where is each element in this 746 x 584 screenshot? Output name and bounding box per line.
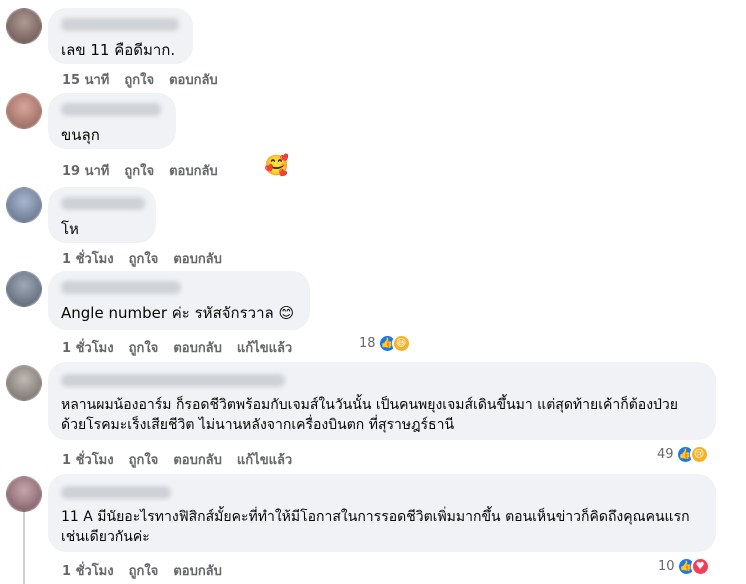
like-button[interactable]: ถูกใจ bbox=[129, 449, 159, 470]
author-name-blurred[interactable] bbox=[61, 18, 179, 31]
comment-actions: 1 ชั่วโมง ถูกใจ ตอบกลับ แก้ไขแล้ว bbox=[62, 449, 307, 470]
author-name-blurred[interactable] bbox=[61, 486, 171, 499]
comment-actions: 1 ชั่วโมง ถูกใจ ตอบกลับ bbox=[62, 560, 237, 581]
comment-bubble: เลข 11 คือดีมาก. bbox=[48, 8, 193, 64]
avatar[interactable] bbox=[6, 476, 42, 512]
reaction-summary[interactable]: 10 👍 ♥ bbox=[658, 557, 710, 576]
reply-button[interactable]: ตอบกลับ bbox=[173, 560, 222, 581]
comment-actions: 19 นาที ถูกใจ ตอบกลับ bbox=[62, 160, 233, 181]
like-button[interactable]: ถูกใจ bbox=[129, 248, 159, 269]
comment-bubble: โห bbox=[48, 187, 156, 243]
like-button[interactable]: ถูกใจ bbox=[129, 337, 159, 358]
comment-text: ขนลุก bbox=[61, 126, 100, 144]
author-name-blurred[interactable] bbox=[61, 197, 145, 210]
reply-button[interactable]: ตอบกลับ bbox=[173, 337, 222, 358]
avatar[interactable] bbox=[6, 93, 42, 129]
reply-button[interactable]: ตอบกลับ bbox=[173, 449, 222, 470]
reaction-summary[interactable]: 49 👍 😢 bbox=[657, 445, 709, 464]
thread-line bbox=[23, 502, 25, 584]
haha-icon: 😆 bbox=[391, 334, 411, 353]
reaction-summary[interactable]: 18 👍 😆 bbox=[359, 334, 411, 353]
timestamp[interactable]: 1 ชั่วโมง bbox=[62, 560, 114, 581]
comment-bubble: 11 A มีนัยอะไรทางฟิสิกส์มั้ยคะที่ทำให้มี… bbox=[48, 474, 716, 552]
reaction-count: 18 bbox=[359, 336, 376, 351]
avatar[interactable] bbox=[6, 271, 42, 307]
timestamp[interactable]: 1 ชั่วโมง bbox=[62, 337, 114, 358]
sticker-icon: 🥰 bbox=[264, 153, 289, 177]
comment-text: หลานผมน้องอาร์ม ก็รอดชีวิตพร้อมกับเจมส์ใ… bbox=[61, 397, 678, 433]
reply-button[interactable]: ตอบกลับ bbox=[173, 248, 222, 269]
like-button[interactable]: ถูกใจ bbox=[129, 560, 159, 581]
comment-actions: 1 ชั่วโมง ถูกใจ ตอบกลับ แก้ไขแล้ว bbox=[62, 337, 307, 358]
author-name-blurred[interactable] bbox=[61, 374, 285, 387]
reply-button[interactable]: ตอบกลับ bbox=[169, 69, 218, 90]
reaction-count: 49 bbox=[657, 447, 674, 462]
comment-text: โห bbox=[61, 220, 79, 238]
edited-label[interactable]: แก้ไขแล้ว bbox=[237, 449, 292, 470]
reaction-count: 10 bbox=[658, 559, 675, 574]
comment-actions: 1 ชั่วโมง ถูกใจ ตอบกลับ bbox=[62, 248, 237, 269]
author-name-blurred[interactable] bbox=[61, 103, 161, 116]
avatar[interactable] bbox=[6, 187, 42, 223]
timestamp[interactable]: 15 นาที bbox=[62, 69, 109, 90]
avatar[interactable] bbox=[6, 8, 42, 44]
edited-label[interactable]: แก้ไขแล้ว bbox=[237, 337, 292, 358]
timestamp[interactable]: 1 ชั่วโมง bbox=[62, 449, 114, 470]
author-name-blurred[interactable] bbox=[61, 281, 181, 294]
timestamp[interactable]: 1 ชั่วโมง bbox=[62, 248, 114, 269]
comment-text: 11 A มีนัยอะไรทางฟิสิกส์มั้ยคะที่ทำให้มี… bbox=[61, 509, 690, 545]
sad-icon: 😢 bbox=[689, 445, 709, 464]
comment-bubble: ขนลุก bbox=[48, 93, 176, 149]
avatar[interactable] bbox=[6, 365, 42, 401]
like-button[interactable]: ถูกใจ bbox=[124, 69, 154, 90]
love-icon: ♥ bbox=[690, 557, 710, 576]
comment-bubble: Angle number ค่ะ รหัสจักรวาล 😊 bbox=[48, 271, 310, 330]
comment-actions: 15 นาที ถูกใจ ตอบกลับ bbox=[62, 69, 233, 90]
timestamp[interactable]: 19 นาที bbox=[62, 160, 109, 181]
reply-button[interactable]: ตอบกลับ bbox=[169, 160, 218, 181]
like-button[interactable]: ถูกใจ bbox=[124, 160, 154, 181]
comment-text: เลข 11 คือดีมาก. bbox=[61, 41, 176, 59]
comment-text: Angle number ค่ะ รหัสจักรวาล 😊 bbox=[61, 304, 295, 322]
comment-bubble: หลานผมน้องอาร์ม ก็รอดชีวิตพร้อมกับเจมส์ใ… bbox=[48, 362, 716, 440]
